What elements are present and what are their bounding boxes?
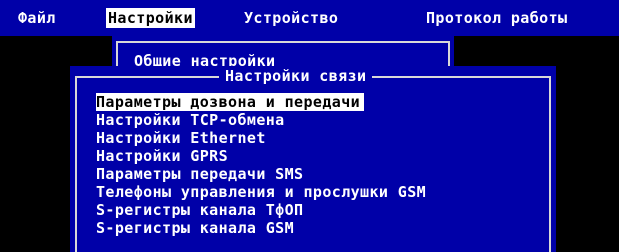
menu-file[interactable]: Файл xyxy=(18,8,56,28)
submenu-item-gsm-s-registers[interactable]: S-регистры канала GSM xyxy=(96,219,298,237)
submenu-item-pstn-s-registers[interactable]: S-регистры канала ТфОП xyxy=(96,201,307,219)
submenu-item-sms[interactable]: Параметры передачи SMS xyxy=(96,165,307,183)
menu-device[interactable]: Устройство xyxy=(244,8,338,28)
menu-work-log[interactable]: Протокол работы xyxy=(426,8,567,28)
menu-bar: Файл Настройки Устройство Протокол работ… xyxy=(0,0,619,36)
submenu-item-gsm-phones[interactable]: Телефоны управления и прослушки GSM xyxy=(96,183,430,201)
connection-settings-title: Настройки связи xyxy=(219,67,373,85)
submenu-item-dial-params[interactable]: Параметры дозвона и передачи xyxy=(96,93,365,111)
menu-settings[interactable]: Настройки xyxy=(106,8,195,28)
submenu-item-tcp[interactable]: Настройки TCP-обмена xyxy=(96,111,289,129)
submenu-item-ethernet[interactable]: Настройки Ethernet xyxy=(96,129,270,147)
submenu-item-gprs[interactable]: Настройки GPRS xyxy=(96,147,232,165)
